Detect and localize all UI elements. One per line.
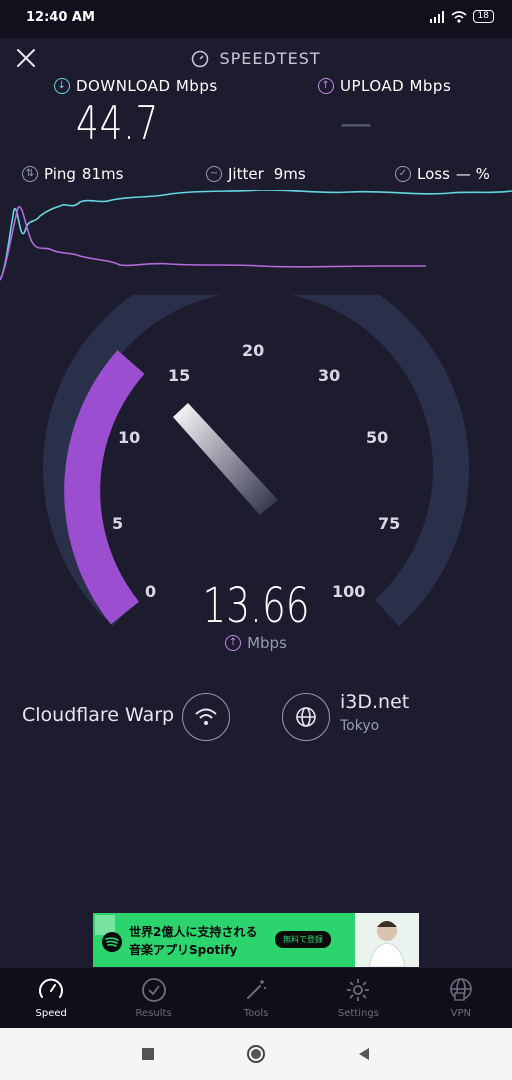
wifi-icon bbox=[195, 708, 217, 725]
nav-item-tools[interactable]: Tools bbox=[205, 968, 307, 1028]
provider-name: Cloudflare Warp bbox=[22, 704, 175, 726]
status-icons: 18 bbox=[429, 10, 494, 23]
server-location: Tokyo bbox=[340, 718, 380, 734]
home-icon[interactable] bbox=[246, 1044, 266, 1064]
recent-apps-icon[interactable] bbox=[140, 1046, 156, 1062]
page-title: SPEEDTEST bbox=[0, 48, 512, 68]
download-label: ↓ DOWNLOAD Mbps bbox=[54, 77, 218, 95]
gauge-value: 13.66 bbox=[202, 578, 310, 634]
bottom-nav: Speed Results Tools Settings VPN bbox=[0, 968, 512, 1028]
gauge-tick-15: 15 bbox=[168, 366, 191, 385]
wifi-icon bbox=[451, 10, 467, 23]
check-circle-icon bbox=[141, 978, 166, 1002]
gauge-tick-30: 30 bbox=[318, 366, 341, 385]
ad-line-1: 世界2億人に支持される bbox=[129, 925, 258, 939]
magic-wand-icon bbox=[247, 980, 267, 999]
gauge-tick-20: 20 bbox=[242, 341, 265, 360]
gear-icon bbox=[347, 979, 370, 1001]
ping-icon: ⇅ bbox=[22, 166, 38, 182]
system-nav-bar bbox=[0, 1028, 512, 1080]
download-value: 44.7 bbox=[76, 96, 160, 150]
upload-arrow-icon: ↑ bbox=[225, 635, 242, 651]
gauge-tick-5: 5 bbox=[112, 514, 124, 533]
gauge-progress bbox=[64, 350, 145, 625]
upload-label: ↑ UPLOAD Mbps bbox=[318, 77, 451, 95]
gauge-tick-10: 10 bbox=[118, 428, 141, 447]
loss-stat: ✓ Loss — % bbox=[395, 165, 490, 183]
gauge-needle bbox=[173, 403, 278, 515]
status-time: 12:40 AM bbox=[26, 10, 95, 25]
upload-graph-line bbox=[0, 205, 426, 281]
ad-person-image bbox=[368, 921, 406, 967]
globe-icon bbox=[296, 707, 316, 727]
speed-graph bbox=[0, 190, 512, 281]
ping-stat: ⇅ Ping 81ms bbox=[22, 165, 123, 183]
jitter-stat: ~ Jitter 9ms bbox=[206, 165, 306, 183]
nav-item-vpn[interactable]: VPN bbox=[410, 968, 512, 1028]
gauge-unit: ↑ Mbps bbox=[0, 634, 512, 652]
back-icon[interactable] bbox=[356, 1046, 372, 1062]
nav-item-settings[interactable]: Settings bbox=[307, 968, 409, 1028]
server-button[interactable] bbox=[282, 693, 330, 741]
gauge-tick-75: 75 bbox=[378, 514, 401, 533]
nav-item-speed[interactable]: Speed bbox=[0, 968, 102, 1028]
arrow-up-icon: ↑ bbox=[318, 78, 334, 94]
ad-line-2: 音楽アプリSpotify bbox=[129, 943, 238, 957]
gauge-tick-50: 50 bbox=[366, 428, 389, 447]
app-title-text: SPEEDTEST bbox=[219, 49, 321, 68]
ad-cta-button[interactable]: 無料で登録 bbox=[275, 931, 331, 948]
battery-icon: 18 bbox=[472, 10, 494, 23]
spotify-logo-icon bbox=[102, 932, 122, 952]
speedometer-icon bbox=[39, 978, 64, 998]
speedometer-icon bbox=[192, 50, 209, 67]
signal-icon bbox=[429, 10, 444, 23]
jitter-icon: ~ bbox=[206, 166, 222, 182]
upload-value: — bbox=[340, 104, 372, 142]
ad-image bbox=[355, 913, 419, 967]
status-bar: 12:40 AM 18 bbox=[0, 0, 512, 38]
ad-banner[interactable]: 世界2億人に支持される 音楽アプリSpotify 無料で登録 bbox=[93, 913, 419, 967]
provider-button[interactable] bbox=[182, 693, 230, 741]
arrow-down-icon: ↓ bbox=[54, 78, 70, 94]
loss-icon: ✓ bbox=[395, 166, 411, 182]
server-name: i3D.net bbox=[340, 691, 410, 713]
globe-lock-icon bbox=[450, 978, 472, 1001]
nav-item-results[interactable]: Results bbox=[102, 968, 204, 1028]
